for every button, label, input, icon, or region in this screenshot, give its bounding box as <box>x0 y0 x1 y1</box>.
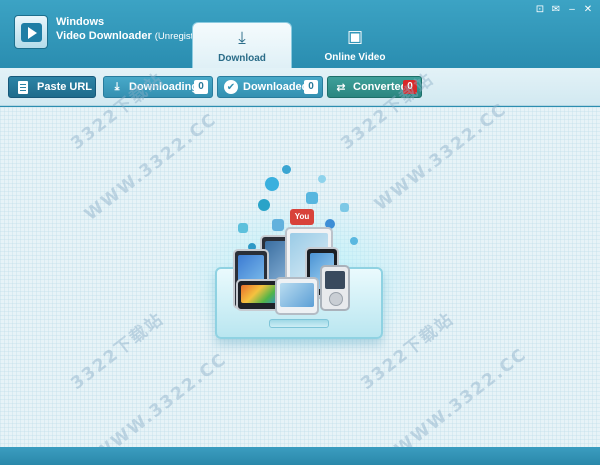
media-bubble-icon <box>350 237 358 245</box>
downloaded-label: Downloaded <box>243 81 309 93</box>
title-bar: Windows Video Downloader (Unregistered) ⊡… <box>0 0 600 68</box>
tab-online-video[interactable]: ▣ Online Video <box>305 22 405 68</box>
download-list-area: You 3322下载站 3322下载站 WWW.3322.CC WWW.3322… <box>0 69 600 465</box>
downloaded-button[interactable]: ✔ Downloaded 0 <box>217 76 323 98</box>
watermark: 3322下载站 <box>67 309 169 394</box>
media-bubble-icon <box>306 192 318 204</box>
convert-arrows-icon: ⇄ <box>336 81 346 94</box>
clipboard-icon <box>18 80 28 94</box>
media-bubble-icon <box>282 165 291 174</box>
settings-icon[interactable]: ⊡ <box>534 4 546 16</box>
download-icon: ⤓ <box>238 28 246 47</box>
paste-url-label: Paste URL <box>37 81 93 93</box>
app-name: Video Downloader <box>56 30 152 42</box>
media-bubble-icon <box>272 219 284 231</box>
media-bubble-icon <box>340 203 349 212</box>
toolbar: Paste URL ⤓ Downloading 0 ✔ Downloaded 0… <box>0 68 600 106</box>
downloading-count-badge: 0 <box>194 80 208 94</box>
app-logo-icon <box>14 15 48 49</box>
feedback-icon[interactable]: ✉ <box>550 4 562 16</box>
tab-download-label: Download <box>218 53 266 64</box>
minimize-icon[interactable]: – <box>566 4 578 16</box>
media-bubble-icon <box>258 199 270 211</box>
music-player-icon <box>320 265 350 311</box>
tray-handle <box>269 319 329 328</box>
media-bubble-icon <box>238 223 248 233</box>
paste-url-button[interactable]: Paste URL <box>8 76 96 98</box>
app-title-line1: Windows <box>56 16 105 28</box>
tab-online-video-label: Online Video <box>324 52 386 63</box>
social-bubble-icon <box>265 177 279 191</box>
close-icon[interactable]: ✕ <box>582 4 594 16</box>
tab-download[interactable]: ⤓ Download <box>192 22 292 68</box>
youtube-icon: You <box>290 209 314 225</box>
window-controls: ⊡ ✉ – ✕ <box>534 4 594 16</box>
media-bubble-icon <box>318 175 326 183</box>
check-circle-icon: ✔ <box>224 80 238 94</box>
video-camera-icon: ▣ <box>346 27 364 46</box>
tablet-device-icon <box>275 277 319 315</box>
downloaded-count-badge: 0 <box>304 80 318 94</box>
watermark: WWW.3322.CC <box>391 344 532 460</box>
status-bar <box>0 447 600 465</box>
